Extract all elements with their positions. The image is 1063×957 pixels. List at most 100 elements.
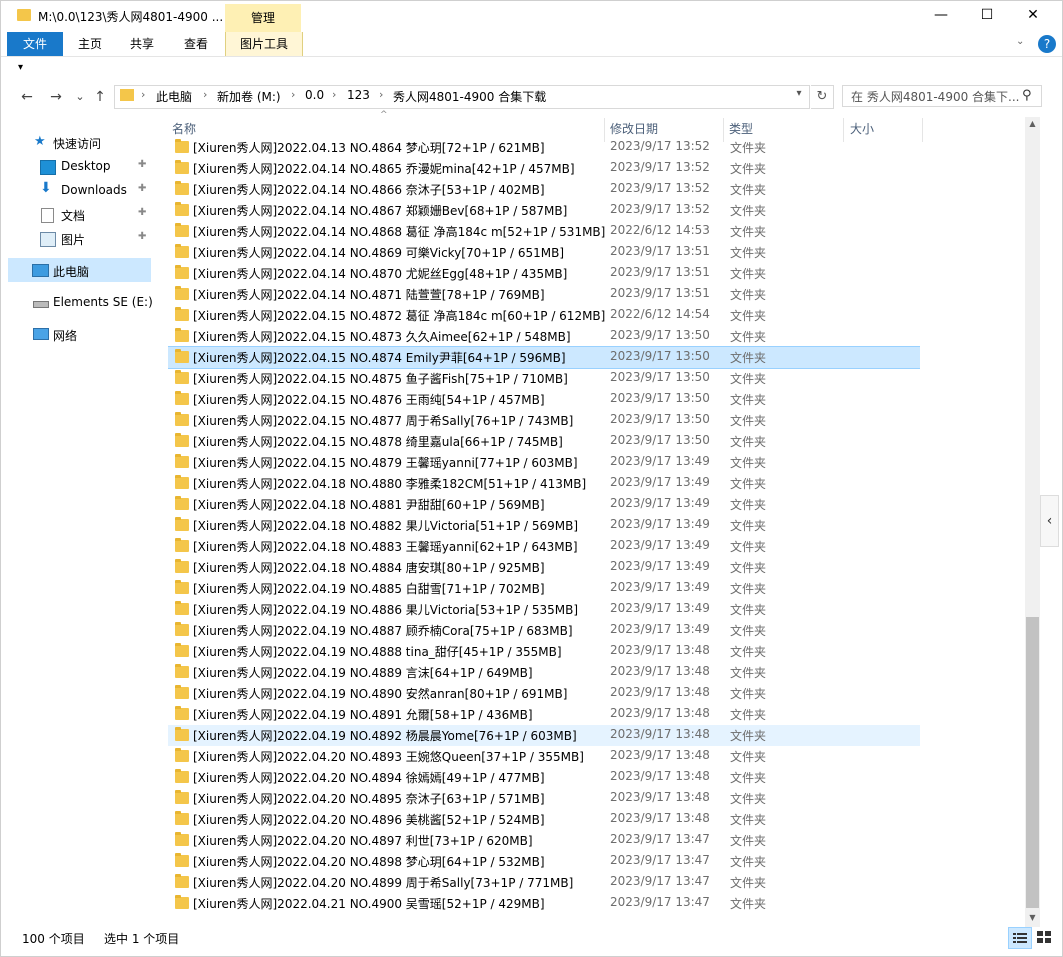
table-row[interactable]: [Xiuren秀人网]2022.04.15 NO.4876 王雨纯[54+1P …	[168, 389, 920, 410]
table-row[interactable]: [Xiuren秀人网]2022.04.13 NO.4864 梦心玥[72+1P …	[168, 137, 920, 158]
breadcrumb-folder-123[interactable]: 123	[347, 88, 370, 102]
table-row[interactable]: [Xiuren秀人网]2022.04.18 NO.4882 果儿Victoria…	[168, 515, 920, 536]
table-row[interactable]: [Xiuren秀人网]2022.04.18 NO.4881 尹甜甜[60+1P …	[168, 494, 920, 515]
file-type: 文件夹	[730, 813, 767, 827]
file-date: 2023/9/17 13:51	[610, 244, 710, 258]
file-date: 2023/9/17 13:48	[610, 706, 710, 720]
table-row[interactable]: [Xiuren秀人网]2022.04.15 NO.4875 鱼子酱Fish[75…	[168, 368, 920, 389]
search-input[interactable]: 在 秀人网4801-4900 合集下...	[842, 85, 1042, 107]
table-row[interactable]: [Xiuren秀人网]2022.04.15 NO.4877 周于希Sally[7…	[168, 410, 920, 431]
table-row[interactable]: [Xiuren秀人网]2022.04.21 NO.4900 吴雪瑶[52+1P …	[168, 893, 920, 914]
folder-icon	[175, 391, 189, 405]
table-row[interactable]: [Xiuren秀人网]2022.04.15 NO.4874 Emily尹菲[64…	[168, 346, 920, 369]
nav-this-pc[interactable]: 此电脑	[0, 260, 155, 282]
file-date: 2023/9/17 13:48	[610, 748, 710, 762]
chevron-left-icon[interactable]: ‹	[1040, 495, 1059, 547]
breadcrumb-drive[interactable]: 新加卷 (M:)	[217, 88, 281, 105]
quick-access-toolbar-icon[interactable]: ▾	[18, 62, 23, 73]
table-row[interactable]: [Xiuren秀人网]2022.04.14 NO.4866 奈沐子[53+1P …	[168, 179, 920, 200]
table-row[interactable]: [Xiuren秀人网]2022.04.19 NO.4890 安然anran[80…	[168, 683, 920, 704]
table-row[interactable]: [Xiuren秀人网]2022.04.15 NO.4879 王馨瑶yanni[7…	[168, 452, 920, 473]
table-row[interactable]: [Xiuren秀人网]2022.04.14 NO.4867 郑颖姗Bev[68+…	[168, 200, 920, 221]
table-row[interactable]: [Xiuren秀人网]2022.04.18 NO.4880 李雅柔182CM[5…	[168, 473, 920, 494]
table-row[interactable]: [Xiuren秀人网]2022.04.20 NO.4898 梦心玥[64+1P …	[168, 851, 920, 872]
file-type: 文件夹	[730, 876, 767, 890]
chevron-right-icon[interactable]: ›	[332, 88, 336, 101]
table-row[interactable]: [Xiuren秀人网]2022.04.14 NO.4871 陆萱萱[78+1P …	[168, 284, 920, 305]
minimize-button[interactable]: —	[918, 0, 964, 32]
table-row[interactable]: [Xiuren秀人网]2022.04.20 NO.4895 奈沐子[63+1P …	[168, 788, 920, 809]
chevron-down-icon[interactable]: ▾	[792, 88, 806, 99]
recent-locations-button[interactable]: ⌄	[70, 87, 90, 107]
folder-icon	[175, 181, 189, 195]
nav-network[interactable]: 网络	[0, 324, 155, 346]
breadcrumb-folder-0-0[interactable]: 0.0	[305, 88, 324, 102]
nav-quick-access[interactable]: ★ 快速访问	[0, 132, 155, 154]
table-row[interactable]: [Xiuren秀人网]2022.04.19 NO.4891 允爾[58+1P /…	[168, 704, 920, 725]
table-row[interactable]: [Xiuren秀人网]2022.04.15 NO.4873 久久Aimee[62…	[168, 326, 920, 347]
file-type: 文件夹	[730, 330, 767, 344]
tab-share[interactable]: 共享	[120, 32, 164, 56]
folder-icon	[175, 475, 189, 489]
table-row[interactable]: [Xiuren秀人网]2022.04.19 NO.4889 言沫[64+1P /…	[168, 662, 920, 683]
table-row[interactable]: [Xiuren秀人网]2022.04.20 NO.4896 美桃酱[52+1P …	[168, 809, 920, 830]
refresh-icon[interactable]: ↻	[811, 85, 834, 109]
table-row[interactable]: [Xiuren秀人网]2022.04.15 NO.4872 葛征 净高184c …	[168, 305, 920, 326]
file-type: 文件夹	[730, 729, 767, 743]
table-row[interactable]: [Xiuren秀人网]2022.04.14 NO.4868 葛征 净高184c …	[168, 221, 920, 242]
nav-pictures[interactable]: 图片 ✚	[0, 228, 155, 250]
close-button[interactable]: ✕	[1010, 0, 1056, 32]
scroll-down-icon[interactable]: ▼	[1025, 913, 1040, 922]
chevron-down-icon[interactable]: ⌄	[1016, 36, 1030, 47]
nav-desktop[interactable]: Desktop ✚	[0, 156, 155, 178]
table-row[interactable]: [Xiuren秀人网]2022.04.19 NO.4888 tina_甜仔[45…	[168, 641, 920, 662]
table-row[interactable]: [Xiuren秀人网]2022.04.19 NO.4892 杨晨晨Yome[76…	[168, 725, 920, 746]
table-row[interactable]: [Xiuren秀人网]2022.04.15 NO.4878 绮里嘉ula[66+…	[168, 431, 920, 452]
table-row[interactable]: [Xiuren秀人网]2022.04.20 NO.4899 周于希Sally[7…	[168, 872, 920, 893]
scrollbar-thumb[interactable]	[1026, 617, 1039, 908]
tab-picture-tools[interactable]: 图片工具	[225, 32, 303, 56]
table-row[interactable]: [Xiuren秀人网]2022.04.14 NO.4865 乔漫妮mina[42…	[168, 158, 920, 179]
search-icon[interactable]: ⚲	[1022, 88, 1032, 103]
chevron-right-icon[interactable]: ›	[141, 88, 145, 101]
table-row[interactable]: [Xiuren秀人网]2022.04.19 NO.4885 白甜雪[71+1P …	[168, 578, 920, 599]
chevron-right-icon[interactable]: ›	[379, 88, 383, 101]
column-divider[interactable]	[922, 118, 923, 142]
up-button[interactable]: ↑	[90, 87, 110, 107]
folder-icon	[175, 559, 189, 573]
file-type: 文件夹	[730, 582, 767, 596]
chevron-right-icon[interactable]: ›	[203, 88, 207, 101]
help-icon[interactable]: ?	[1038, 35, 1056, 53]
nav-documents[interactable]: 文档 ✚	[0, 204, 155, 226]
breadcrumb-this-pc[interactable]: 此电脑	[156, 88, 192, 105]
scroll-up-icon[interactable]: ▲	[1025, 119, 1040, 128]
tab-manage[interactable]: 管理	[225, 4, 301, 32]
table-row[interactable]: [Xiuren秀人网]2022.04.18 NO.4883 王馨瑶yanni[6…	[168, 536, 920, 557]
tab-file[interactable]: 文件	[7, 32, 63, 56]
table-row[interactable]: [Xiuren秀人网]2022.04.14 NO.4870 尤妮丝Egg[48+…	[168, 263, 920, 284]
details-view-icon[interactable]	[1008, 927, 1032, 949]
chevron-right-icon[interactable]: ›	[291, 88, 295, 101]
table-row[interactable]: [Xiuren秀人网]2022.04.20 NO.4893 王婉悠Queen[3…	[168, 746, 920, 767]
folder-icon	[175, 160, 189, 174]
nav-drive-e[interactable]: Elements SE (E:)	[0, 292, 155, 314]
maximize-button[interactable]: ☐	[964, 0, 1010, 32]
back-button[interactable]: ←	[17, 87, 37, 107]
breadcrumb-current[interactable]: 秀人网4801-4900 合集下载	[393, 88, 546, 105]
table-row[interactable]: [Xiuren秀人网]2022.04.18 NO.4884 唐安琪[80+1P …	[168, 557, 920, 578]
table-row[interactable]: [Xiuren秀人网]2022.04.19 NO.4886 果儿Victoria…	[168, 599, 920, 620]
table-row[interactable]: [Xiuren秀人网]2022.04.14 NO.4869 可樂Vicky[70…	[168, 242, 920, 263]
nav-downloads[interactable]: ⬇ Downloads ✚	[0, 180, 155, 202]
file-name: [Xiuren秀人网]2022.04.19 NO.4892 杨晨晨Yome[76…	[193, 729, 577, 743]
tab-view[interactable]: 查看	[174, 32, 218, 56]
file-type: 文件夹	[730, 372, 767, 386]
large-icons-view-icon[interactable]	[1034, 927, 1054, 947]
forward-button[interactable]: →	[46, 87, 66, 107]
file-name: [Xiuren秀人网]2022.04.14 NO.4866 奈沐子[53+1P …	[193, 183, 545, 197]
file-name: [Xiuren秀人网]2022.04.20 NO.4893 王婉悠Queen[3…	[193, 750, 584, 764]
table-row[interactable]: [Xiuren秀人网]2022.04.20 NO.4894 徐嫣嫣[49+1P …	[168, 767, 920, 788]
table-row[interactable]: [Xiuren秀人网]2022.04.20 NO.4897 利世[73+1P /…	[168, 830, 920, 851]
folder-icon	[175, 727, 189, 741]
table-row[interactable]: [Xiuren秀人网]2022.04.19 NO.4887 顾乔楠Cora[75…	[168, 620, 920, 641]
tab-home[interactable]: 主页	[68, 32, 112, 56]
